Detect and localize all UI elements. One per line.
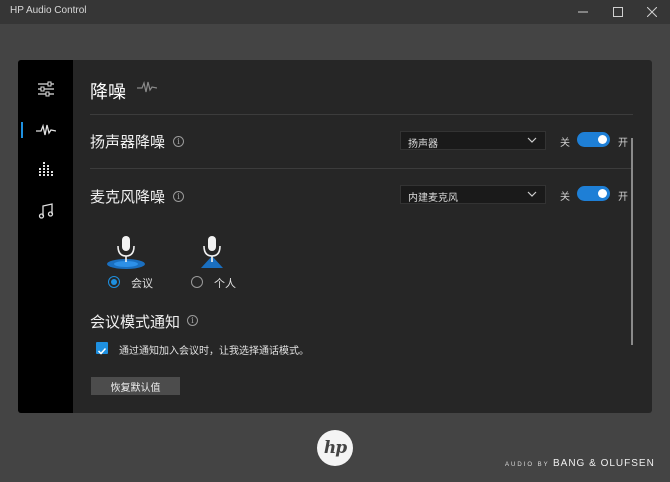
mic-device-value: 内建麦克风 xyxy=(408,193,458,204)
personal-mic-icon xyxy=(201,236,223,268)
window-title: HP Audio Control xyxy=(10,5,87,16)
checkmark-icon xyxy=(97,347,107,355)
minimize-button[interactable] xyxy=(565,0,601,24)
minimize-icon xyxy=(578,11,588,13)
audio-by-label: AUDIO BY xyxy=(505,462,550,468)
meeting-notice-checkbox[interactable] xyxy=(96,342,108,355)
selected-indicator xyxy=(21,122,23,138)
sidebar-item-music[interactable] xyxy=(18,196,73,226)
toggle-knob xyxy=(598,135,607,144)
equalizer-icon xyxy=(38,162,53,176)
mic-noise-toggle[interactable] xyxy=(577,186,610,201)
chevron-down-icon xyxy=(527,191,537,197)
sidebar-item-settings[interactable] xyxy=(18,74,73,104)
toggle-knob xyxy=(598,189,607,198)
sidebar-item-equalizer[interactable] xyxy=(18,155,73,185)
title-bar: HP Audio Control xyxy=(0,0,670,24)
page-title: 降噪 xyxy=(90,82,126,103)
music-note-icon xyxy=(38,203,53,219)
mode-radio-conference[interactable] xyxy=(108,276,120,288)
sliders-icon xyxy=(37,81,54,97)
reset-defaults-button[interactable]: 恢复默认值 xyxy=(91,377,180,395)
hp-logo-text: hp xyxy=(323,438,347,458)
mic-device-select[interactable]: 内建麦克风 xyxy=(400,185,546,204)
main-panel: 降噪 扬声器降噪 i 扬声器 关 开 麦克风降噪 i 内建麦克风 关 开 会议 … xyxy=(18,60,652,413)
close-icon xyxy=(647,7,657,17)
hp-logo: hp xyxy=(317,430,353,466)
info-icon[interactable]: i xyxy=(173,191,184,202)
mic-toggle-on-label: 开 xyxy=(618,192,628,203)
chevron-down-icon xyxy=(527,137,537,143)
meeting-notice-checkbox-label: 通过通知加入会议时，让我选择通话模式。 xyxy=(119,346,309,357)
close-button[interactable] xyxy=(634,0,670,24)
info-icon[interactable]: i xyxy=(173,136,184,147)
info-icon[interactable]: i xyxy=(187,315,198,326)
content-area: 降噪 扬声器降噪 i 扬声器 关 开 麦克风降噪 i 内建麦克风 关 开 会议 … xyxy=(73,60,652,413)
meeting-notice-title: 会议模式通知 xyxy=(90,313,181,331)
divider xyxy=(90,114,633,115)
speaker-noise-label: 扬声器降噪 xyxy=(90,133,166,151)
mic-noise-label: 麦克风降噪 xyxy=(90,188,166,206)
bang-olufsen-brand: BANG & OLUFSEN xyxy=(553,458,655,469)
speaker-toggle-off-label: 关 xyxy=(560,138,570,149)
sidebar-item-noise-reduction[interactable] xyxy=(18,115,73,145)
speaker-toggle-on-label: 开 xyxy=(618,138,628,149)
speaker-device-select[interactable]: 扬声器 xyxy=(400,131,546,150)
mode-label-personal: 个人 xyxy=(214,277,236,290)
maximize-button[interactable] xyxy=(600,0,636,24)
speaker-device-value: 扬声器 xyxy=(408,139,438,150)
mode-radio-personal[interactable] xyxy=(191,276,203,288)
mode-label-conference: 会议 xyxy=(131,277,153,290)
sidebar xyxy=(18,60,73,413)
scrollbar[interactable] xyxy=(631,138,633,345)
waveform-icon xyxy=(35,123,56,136)
conference-mic-icon xyxy=(107,236,145,269)
mic-toggle-off-label: 关 xyxy=(560,192,570,203)
speaker-noise-toggle[interactable] xyxy=(577,132,610,147)
divider xyxy=(90,168,633,169)
maximize-icon xyxy=(613,7,623,17)
waveform-icon xyxy=(137,80,157,93)
